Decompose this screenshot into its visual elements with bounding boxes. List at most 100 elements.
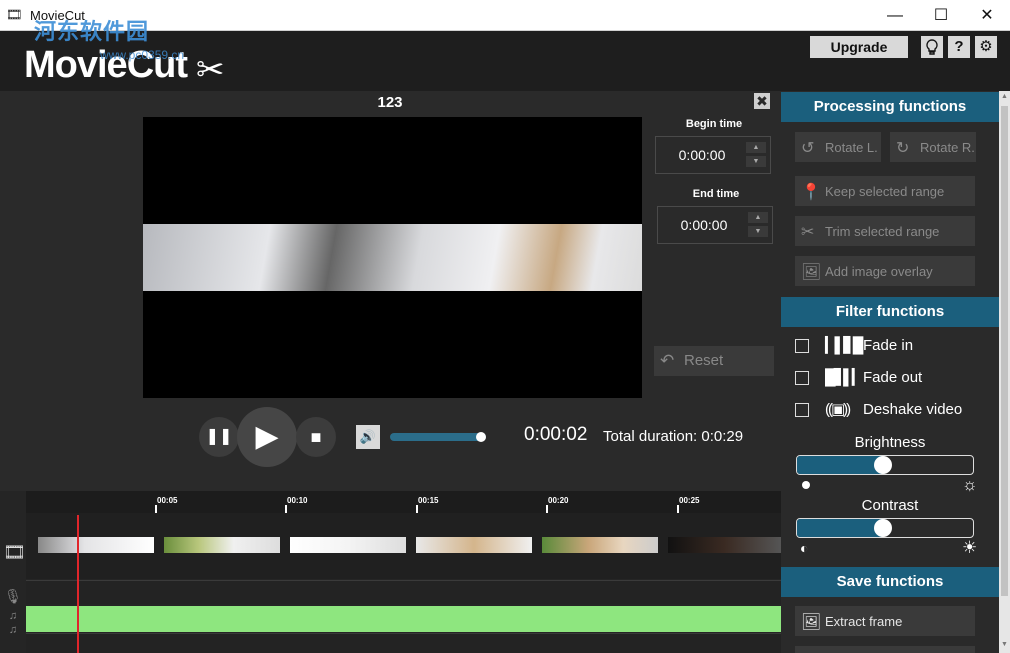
- rotate-left-button[interactable]: ↺ Rotate L.: [795, 132, 881, 162]
- music-note-icon[interactable]: ♫: [3, 624, 23, 636]
- ruler-label: 00:20: [548, 496, 569, 505]
- contrast-label: Contrast: [861, 497, 919, 514]
- ruler-tick: [155, 505, 157, 513]
- total-duration: Total duration: 0:0:29: [603, 428, 744, 445]
- add-image-overlay-label: Add image overlay: [825, 264, 933, 279]
- rotate-left-icon: ↺: [801, 140, 815, 157]
- deshake-checkbox[interactable]: [795, 403, 809, 417]
- help-icon[interactable]: ?: [948, 36, 970, 58]
- timeline-ruler[interactable]: 00:05 00:10 00:15 00:20 00:25: [26, 491, 781, 513]
- end-time-up-icon[interactable]: ▲: [748, 212, 768, 223]
- begin-time-field[interactable]: 0:00:00 ▲ ▼: [655, 136, 771, 174]
- add-image-overlay-button[interactable]: 🖼 Add image overlay: [795, 256, 975, 286]
- ruler-label: 00:05: [157, 496, 178, 505]
- keep-range-button[interactable]: 📍 Keep selected range: [795, 176, 975, 206]
- close-clip-icon[interactable]: ✖: [754, 93, 770, 109]
- scrollbar-thumb[interactable]: [1001, 106, 1008, 596]
- brightness-fill: [797, 456, 884, 474]
- fade-out-icon: █▋▌▎: [825, 369, 863, 386]
- reset-button[interactable]: ↶ Reset: [654, 346, 774, 376]
- contrast-high-icon: ☀: [962, 538, 978, 557]
- video-preview[interactable]: [143, 117, 642, 398]
- video-frame: [143, 224, 642, 291]
- rotate-right-button[interactable]: ↻ Rotate R.: [890, 132, 976, 162]
- gear-icon[interactable]: ⚙: [975, 36, 997, 58]
- volume-icon[interactable]: 🔊: [356, 425, 380, 449]
- ruler-label: 00:15: [418, 496, 439, 505]
- image-icon: 🖼: [801, 614, 822, 631]
- play-button[interactable]: ▶: [237, 407, 297, 467]
- brightness-high-icon: ☼: [962, 475, 978, 494]
- voice-track[interactable]: [26, 580, 781, 604]
- scissors-logo-icon: ✂: [196, 51, 225, 89]
- video-thumbnail: [416, 537, 532, 553]
- contrast-fill: [797, 519, 884, 537]
- ruler-tick: [546, 505, 548, 513]
- music-track[interactable]: [26, 633, 781, 653]
- film-track-icon[interactable]: 🎞: [3, 542, 26, 563]
- ruler-tick: [416, 505, 418, 513]
- pause-button[interactable]: ❚❚: [199, 417, 239, 457]
- fade-in-icon: ▎▌▋█: [825, 337, 863, 354]
- end-time-down-icon[interactable]: ▼: [748, 226, 768, 237]
- keep-range-label: Keep selected range: [825, 184, 945, 199]
- rotate-left-label: Rotate L.: [825, 140, 878, 155]
- fade-in-checkbox[interactable]: [795, 339, 809, 353]
- ruler-tick: [677, 505, 679, 513]
- end-time-value: 0:00:00: [680, 217, 728, 233]
- video-track[interactable]: [26, 513, 781, 579]
- current-time: 0:00:02: [524, 424, 588, 445]
- filter-functions-header: Filter functions: [781, 297, 999, 327]
- contrast-low-icon: ◐: [800, 540, 809, 556]
- reset-label: Reset: [684, 352, 724, 369]
- fade-out-row[interactable]: █▋▌▎ Fade out: [781, 366, 999, 392]
- fade-out-checkbox[interactable]: [795, 371, 809, 385]
- playhead[interactable]: [77, 515, 79, 653]
- video-thumbnail: [164, 537, 280, 553]
- undo-icon: ↶: [660, 351, 675, 370]
- begin-time-up-icon[interactable]: ▲: [746, 142, 766, 153]
- trim-range-label: Trim selected range: [825, 224, 940, 239]
- begin-time-down-icon[interactable]: ▼: [746, 156, 766, 167]
- location-pin-icon: 📍: [801, 184, 821, 201]
- upgrade-button[interactable]: Upgrade: [810, 36, 908, 58]
- lightbulb-icon[interactable]: [921, 36, 943, 58]
- music-note-icon[interactable]: ♫: [3, 610, 23, 622]
- rotate-right-icon: ↻: [896, 140, 910, 157]
- processing-functions-header: Processing functions: [781, 92, 999, 122]
- extract-frame-button[interactable]: 🖼 Extract frame: [795, 606, 975, 636]
- video-thumbnail: [290, 537, 406, 553]
- window-title-bar: 🎞 MovieCut — ☐ ✕: [0, 0, 1010, 31]
- watermark-url: www.pc0359.cn: [100, 48, 185, 62]
- save-functions-header: Save functions: [781, 567, 999, 597]
- fade-in-row[interactable]: ▎▌▋█ Fade in: [781, 334, 999, 360]
- stop-button[interactable]: ■: [296, 417, 336, 457]
- end-time-label: End time: [692, 188, 740, 200]
- deshake-row[interactable]: ((▣)) Deshake video: [781, 398, 999, 424]
- begin-time-value: 0:00:00: [678, 147, 726, 163]
- minimize-button[interactable]: —: [872, 0, 918, 31]
- ruler-tick: [285, 505, 287, 513]
- scissors-icon: ✂: [801, 224, 815, 241]
- video-thumbnail: [38, 537, 154, 553]
- trim-range-button[interactable]: ✂ Trim selected range: [795, 216, 975, 246]
- ruler-label: 00:10: [287, 496, 308, 505]
- end-time-field[interactable]: 0:00:00 ▲ ▼: [657, 206, 773, 244]
- video-thumbnail: [542, 537, 658, 553]
- scroll-up-icon[interactable]: ▲: [999, 93, 1010, 100]
- audio-track[interactable]: [26, 606, 781, 632]
- fade-in-label: Fade in: [863, 337, 914, 354]
- app-icon: 🎞: [6, 7, 23, 22]
- volume-slider[interactable]: [390, 433, 486, 441]
- ruler-label: 00:25: [679, 496, 700, 505]
- fade-out-label: Fade out: [863, 369, 923, 386]
- microphone-icon[interactable]: 🎙: [3, 588, 23, 605]
- deshake-label: Deshake video: [863, 401, 963, 418]
- brightness-low-icon: [802, 481, 810, 489]
- maximize-button[interactable]: ☐: [918, 0, 964, 31]
- scroll-down-icon[interactable]: ▼: [999, 641, 1010, 648]
- brightness-label: Brightness: [854, 434, 926, 451]
- next-save-button[interactable]: [795, 646, 975, 653]
- close-window-button[interactable]: ✕: [964, 0, 1010, 31]
- extract-frame-label: Extract frame: [825, 614, 903, 629]
